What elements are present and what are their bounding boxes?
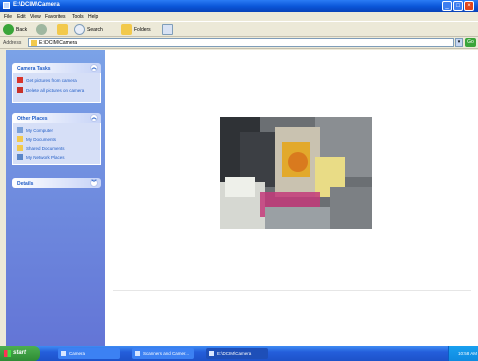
camera-photo-image (220, 117, 372, 229)
taskbar-button-camera[interactable]: Camera (58, 348, 120, 359)
title-bar[interactable]: E:\DCIM\Camera _ □ × (0, 0, 478, 12)
network-icon (17, 154, 23, 160)
task-delete-pictures[interactable]: Delete all pictures on camera (17, 87, 97, 94)
details-header[interactable]: Details ︾ (12, 178, 101, 188)
collapse-chevron-icon[interactable]: ︽ (90, 64, 98, 72)
windows-logo-icon (4, 350, 11, 357)
address-value: E:\DCIM\Camera (39, 40, 78, 46)
go-button[interactable]: Go (465, 38, 476, 47)
camera-icon (17, 77, 23, 83)
camera-folder-icon (3, 2, 10, 9)
address-label: Address (3, 40, 22, 46)
clock[interactable]: 10:58 AM (458, 351, 477, 356)
address-field[interactable]: E:\DCIM\Camera (28, 38, 454, 47)
taskbar-button-dcim-camera[interactable]: E:\DCIM\Camera (206, 348, 268, 359)
collapse-chevron-icon[interactable]: ︽ (90, 114, 98, 122)
forward-arrow-icon (36, 24, 47, 35)
menu-favorites[interactable]: Favorites (45, 14, 66, 20)
up-button[interactable] (57, 24, 68, 35)
expand-chevron-icon[interactable]: ︾ (90, 179, 98, 187)
other-places-body: My Computer My Documents Shared Document… (12, 123, 101, 165)
place-shared-documents[interactable]: Shared Documents (17, 145, 97, 152)
close-button[interactable]: × (464, 1, 474, 11)
folders-icon (121, 24, 132, 35)
documents-folder-icon (17, 136, 23, 142)
menu-help[interactable]: Help (88, 14, 98, 20)
search-button[interactable]: Search (74, 24, 114, 35)
minimize-button[interactable]: _ (442, 1, 452, 11)
other-places-panel: Other Places ︽ My Computer My Documents … (12, 113, 101, 165)
window-icon (61, 351, 66, 356)
folder-icon (31, 40, 37, 46)
camera-tasks-body: Get pictures from camera Delete all pict… (12, 73, 101, 103)
window-icon (135, 351, 140, 356)
other-places-header[interactable]: Other Places ︽ (12, 113, 101, 123)
shared-folder-icon (17, 145, 23, 151)
camera-tasks-panel: Camera Tasks ︽ Get pictures from camera … (12, 63, 101, 103)
forward-button[interactable] (36, 24, 47, 35)
folders-button[interactable]: Folders (121, 24, 157, 35)
folder-content-area[interactable] (105, 50, 478, 346)
place-my-documents[interactable]: My Documents (17, 136, 97, 143)
views-button[interactable] (162, 24, 176, 35)
camera-photo-thumbnail[interactable] (220, 117, 372, 229)
details-panel: Details ︾ (12, 178, 101, 188)
place-my-computer[interactable]: My Computer (17, 127, 97, 134)
taskbar: start Camera Scanners and Camer... E:\DC… (0, 346, 478, 361)
search-icon (74, 24, 85, 35)
folder-up-icon (57, 24, 68, 35)
menu-view[interactable]: View (30, 14, 41, 20)
menu-tools[interactable]: Tools (72, 14, 84, 20)
task-get-pictures[interactable]: Get pictures from camera (17, 77, 97, 84)
system-tray: 10:58 AM (448, 346, 478, 361)
views-icon (162, 24, 173, 35)
window-title: E:\DCIM\Camera (13, 2, 60, 8)
menu-bar: File Edit View Favorites Tools Help (0, 12, 478, 21)
address-bar: Address E:\DCIM\Camera ▾ Go (0, 37, 478, 49)
computer-icon (17, 127, 23, 133)
content-divider (113, 290, 471, 291)
address-dropdown-button[interactable]: ▾ (455, 38, 463, 47)
task-pane: Camera Tasks ︽ Get pictures from camera … (6, 50, 105, 346)
place-my-network-places[interactable]: My Network Places (17, 154, 97, 161)
standard-toolbar: Back Search Folders (0, 21, 478, 37)
maximize-button[interactable]: □ (453, 1, 463, 11)
back-arrow-icon (3, 24, 14, 35)
menu-file[interactable]: File (4, 14, 12, 20)
camera-tasks-header[interactable]: Camera Tasks ︽ (12, 63, 101, 73)
start-button[interactable]: start (0, 346, 40, 361)
delete-icon (17, 87, 23, 93)
taskbar-button-scanners[interactable]: Scanners and Camer... (132, 348, 194, 359)
window-icon (209, 351, 214, 356)
back-button[interactable]: Back (3, 24, 31, 35)
menu-edit[interactable]: Edit (17, 14, 26, 20)
